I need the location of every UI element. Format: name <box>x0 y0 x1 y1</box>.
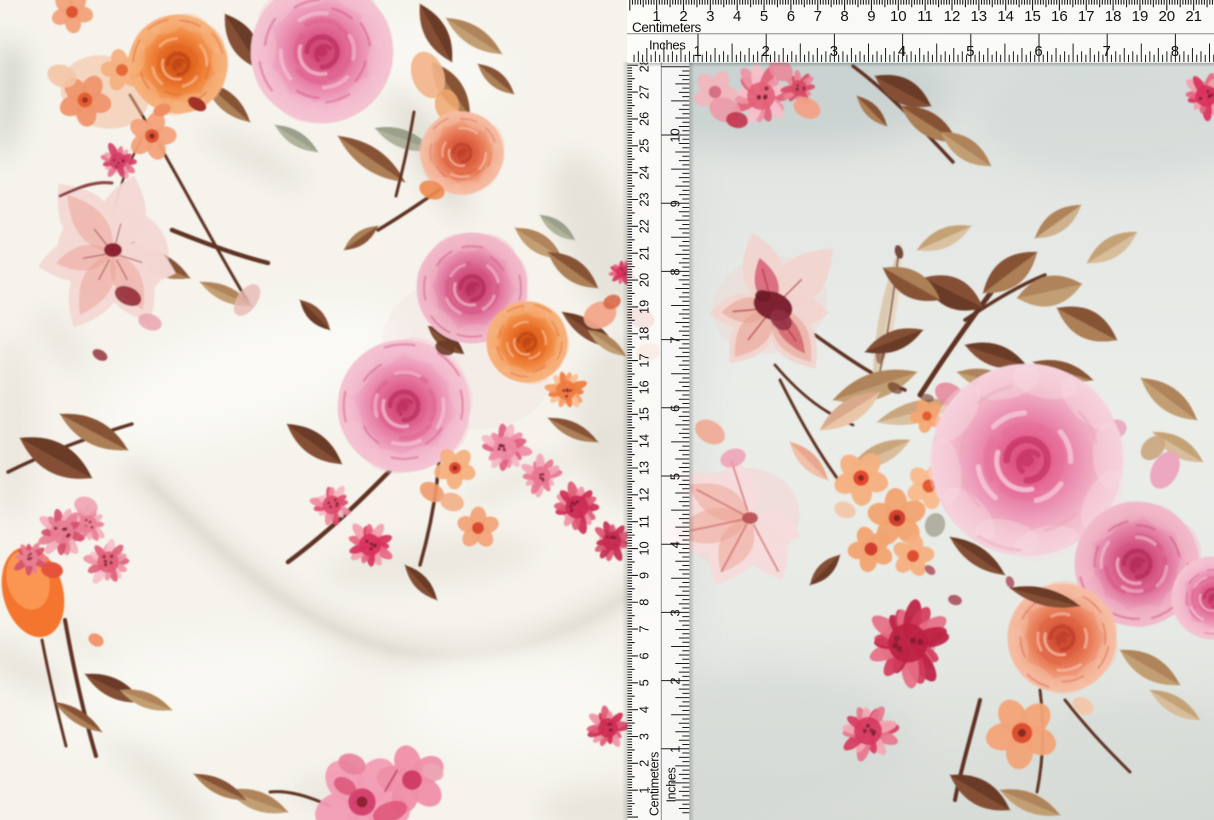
svg-text:20: 20 <box>637 273 652 287</box>
svg-text:9: 9 <box>637 572 652 579</box>
svg-text:6: 6 <box>668 405 683 412</box>
svg-text:Inches: Inches <box>665 767 679 802</box>
svg-text:9: 9 <box>867 8 875 25</box>
svg-text:Centimeters: Centimeters <box>632 20 702 35</box>
svg-text:25: 25 <box>637 139 652 153</box>
svg-text:23: 23 <box>637 192 652 206</box>
svg-text:21: 21 <box>637 246 652 260</box>
svg-text:5: 5 <box>668 473 683 480</box>
svg-text:7: 7 <box>814 8 822 25</box>
svg-text:2: 2 <box>668 678 683 685</box>
svg-text:19: 19 <box>1132 8 1149 25</box>
svg-text:10: 10 <box>890 8 907 25</box>
svg-text:7: 7 <box>637 626 652 633</box>
svg-text:13: 13 <box>970 8 987 25</box>
svg-text:15: 15 <box>1024 8 1041 25</box>
svg-text:8: 8 <box>1171 43 1179 60</box>
svg-text:3: 3 <box>637 733 652 740</box>
svg-text:26: 26 <box>637 112 652 126</box>
svg-text:14: 14 <box>997 8 1014 25</box>
svg-text:7: 7 <box>1103 43 1111 60</box>
svg-text:8: 8 <box>668 268 683 275</box>
svg-text:19: 19 <box>637 300 652 314</box>
svg-text:17: 17 <box>1078 8 1095 25</box>
svg-text:1: 1 <box>668 746 683 753</box>
svg-text:5: 5 <box>637 679 652 686</box>
svg-text:18: 18 <box>1105 8 1122 25</box>
svg-text:13: 13 <box>637 461 652 475</box>
svg-text:14: 14 <box>637 434 652 448</box>
svg-text:11: 11 <box>917 8 933 25</box>
svg-text:20: 20 <box>1158 8 1175 25</box>
svg-text:11: 11 <box>637 515 652 528</box>
svg-text:16: 16 <box>637 380 652 394</box>
svg-text:9: 9 <box>668 200 683 207</box>
svg-text:12: 12 <box>944 8 961 25</box>
svg-text:Centimeters: Centimeters <box>648 752 662 816</box>
svg-text:7: 7 <box>668 337 683 344</box>
svg-text:3: 3 <box>830 43 838 60</box>
svg-text:10: 10 <box>637 541 652 555</box>
svg-text:10: 10 <box>668 128 683 142</box>
svg-text:3: 3 <box>668 609 683 616</box>
svg-text:27: 27 <box>637 85 652 99</box>
svg-text:24: 24 <box>637 165 652 179</box>
svg-text:4: 4 <box>898 43 906 60</box>
svg-text:17: 17 <box>637 353 652 367</box>
svg-text:18: 18 <box>637 327 652 341</box>
svg-text:5: 5 <box>966 43 974 60</box>
svg-text:15: 15 <box>637 407 652 421</box>
svg-text:1: 1 <box>693 43 701 60</box>
svg-text:12: 12 <box>637 488 652 502</box>
svg-text:5: 5 <box>760 8 768 25</box>
svg-text:6: 6 <box>787 8 795 25</box>
svg-text:4: 4 <box>637 706 652 713</box>
svg-text:6: 6 <box>637 652 652 659</box>
svg-text:6: 6 <box>1034 43 1042 60</box>
svg-text:16: 16 <box>1051 8 1068 25</box>
svg-text:8: 8 <box>840 8 848 25</box>
svg-text:21: 21 <box>1185 8 1202 25</box>
svg-text:3: 3 <box>706 8 714 25</box>
svg-text:8: 8 <box>637 599 652 606</box>
svg-text:2: 2 <box>762 43 770 60</box>
svg-text:22: 22 <box>637 219 652 233</box>
svg-text:4: 4 <box>668 541 683 548</box>
svg-text:4: 4 <box>733 8 741 25</box>
